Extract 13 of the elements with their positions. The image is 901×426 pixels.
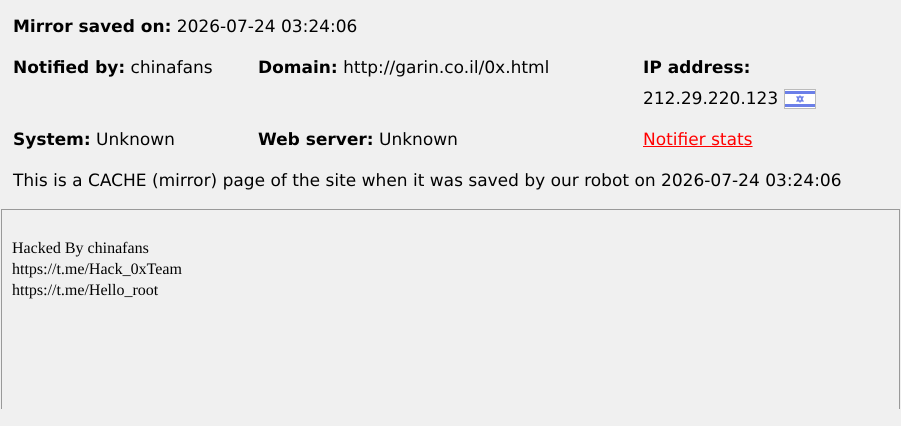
info-field-text: Notified by: chinafans (13, 58, 213, 78)
flag-icon (784, 89, 816, 110)
notifier-stats-link[interactable]: Notifier stats (643, 130, 753, 150)
info-field-text: Web server: Unknown (258, 130, 458, 150)
mirror-text-line: Hacked By chinafans (12, 239, 150, 259)
ip-value: 212.29.220.123 (643, 89, 778, 109)
saved-date-text: Mirror saved on: 2026-07-24 03:24:06 (13, 17, 358, 37)
mirror-text-line: https://t.me/Hack_0xTeam (12, 260, 183, 280)
ip-label: IP address: (643, 58, 750, 78)
info-field-text: System: Unknown (13, 130, 175, 150)
mirror-text-line: https://t.me/Hello_root (12, 281, 160, 301)
cache-notice: This is a CACHE (mirror) page of the site when it was saved by our robot on 2026-07-24 03:24:06 (13, 170, 843, 193)
info-field-text: Domain: http://garin.co.il/0x.html (258, 58, 550, 78)
